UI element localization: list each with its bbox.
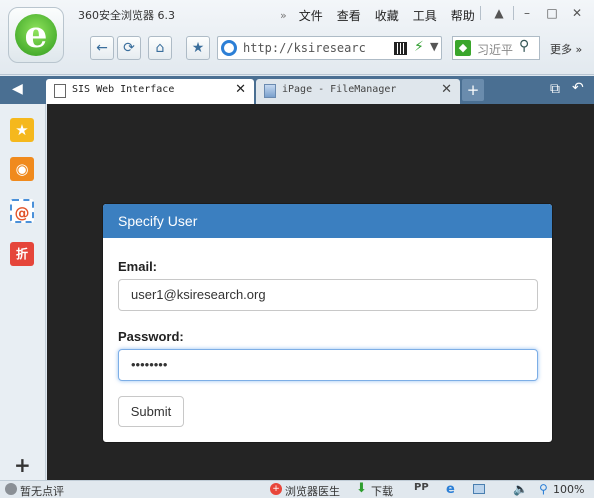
page-viewport: Specify User Email: user1@ksiresearch.or… [47,104,594,480]
restore-tabs-icon[interactable]: ⧉ [550,81,560,97]
logo-glyph: e [24,14,48,56]
page-icon [54,84,66,98]
window-separator [513,6,514,20]
download-icon: ⬇ [356,481,367,496]
screenshot-icon[interactable] [473,484,485,494]
zoom-icon[interactable]: ⚲ [539,482,548,496]
home-icon[interactable]: ⌂ [148,36,172,60]
maximize-icon[interactable]: □ [541,4,563,22]
menu-overflow-icon[interactable]: » [280,9,287,22]
chevron-down-icon[interactable]: ▼ [430,40,438,53]
tab-label: iPage - FileManager [282,84,397,95]
undo-close-icon[interactable]: ↶ [572,80,584,96]
tab-sis-web-interface[interactable]: SIS Web Interface ✕ [46,79,254,104]
mail-icon[interactable]: @ [10,199,34,223]
tab-list-icon[interactable]: ◀ [12,81,23,97]
email-label: Email: [118,259,158,274]
zoom-level[interactable]: 100% [553,483,584,496]
search-input[interactable]: 习近平 [477,41,515,58]
specify-user-dialog: Specify User Email: user1@ksiresearch.or… [102,203,553,443]
new-tab-button[interactable]: + [462,79,484,101]
menu-view[interactable]: 查看 [337,7,361,24]
menu-tools[interactable]: 工具 [413,7,437,24]
qr-code-icon[interactable] [394,42,407,55]
status-bar: 暂无点评 + 浏览器医生 ⬇ 下载 PP e 🔈 ⚲ 100% [0,480,594,498]
deals-icon[interactable]: 折 [10,242,34,266]
url-input[interactable]: http://ksiresearc [243,41,383,55]
weibo-icon[interactable]: ◉ [10,157,34,181]
refresh-icon[interactable]: ⟳ [117,36,141,60]
app-title: 360安全浏览器 6.3 [78,9,175,22]
address-bar[interactable]: http://ksiresearc ⚡ ▼ [217,36,442,60]
submit-button[interactable]: Submit [118,396,184,427]
dialog-title: Specify User [118,213,198,229]
close-window-icon[interactable]: ✕ [566,4,588,22]
search-engine-icon[interactable]: ◆ [455,40,471,56]
browser-doctor-link[interactable]: 浏览器医生 [285,483,340,498]
more-button[interactable]: 更多 » [550,41,582,57]
password-label: Password: [118,329,184,344]
email-field[interactable]: user1@ksiresearch.org [118,279,538,311]
speed-mode-icon[interactable]: ⚡ [414,39,424,55]
menu-favorites[interactable]: 收藏 [375,7,399,24]
sound-icon[interactable]: 🔈 [513,482,528,496]
tab-label: SIS Web Interface [72,84,175,95]
close-tab-icon[interactable]: ✕ [441,82,452,97]
search-icon[interactable]: ⚲ [519,38,529,54]
menu-file[interactable]: 文件 [299,7,323,24]
p2p-icon[interactable]: PP [414,482,429,493]
tab-ipage-filemanager[interactable]: iPage - FileManager ✕ [256,79,460,104]
dialog-header: Specify User [103,204,552,238]
password-field[interactable]: •••••••• [118,349,538,381]
shirt-skin-icon[interactable]: ▲ [488,4,510,22]
ie-compat-icon[interactable]: e [446,482,455,497]
add-sidebar-item-icon[interactable]: + [14,453,31,477]
close-tab-icon[interactable]: ✕ [235,82,246,97]
minimize-icon[interactable]: – [516,4,538,22]
menu-bar: » 文件 查看 收藏 工具 帮助 [280,5,489,25]
menu-help[interactable]: 帮助 [451,7,475,24]
tab-bar: ◀ SIS Web Interface ✕ iPage - FileManage… [0,76,594,104]
site-security-icon [221,40,237,56]
doctor-icon: + [270,483,282,495]
page-icon [264,84,276,98]
window-separator [480,6,481,20]
sidebar: ★ ◉ @ 折 + [0,104,46,480]
comment-status[interactable]: 暂无点评 [20,483,64,498]
search-box[interactable]: ◆ 习近平 ⚲ [452,36,540,60]
favorites-icon[interactable]: ★ [10,118,34,142]
download-link[interactable]: 下载 [371,483,393,498]
browser-logo-icon[interactable]: e [8,7,64,63]
favorite-star-icon[interactable]: ★ [186,36,210,60]
comment-icon [5,483,17,495]
back-arrow-icon[interactable]: ← [90,36,114,60]
browser-toolbar: e 360安全浏览器 6.3 » 文件 查看 收藏 工具 帮助 ▲ – □ ✕ … [0,0,594,75]
